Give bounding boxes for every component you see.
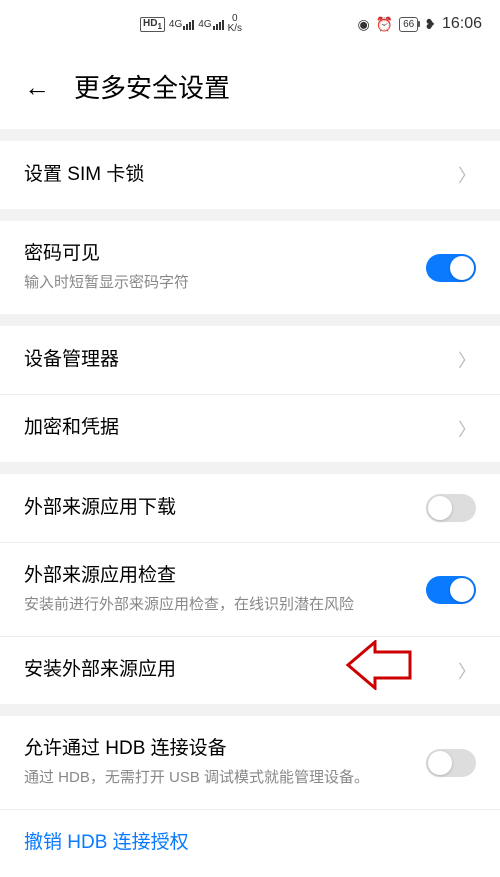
row-label: 密码可见 — [24, 241, 414, 268]
page-title: 更多安全设置 — [74, 68, 230, 105]
chevron-right-icon: 〉 — [458, 416, 476, 442]
signal-2: 4G — [198, 19, 223, 30]
row-label: 撤销 HDB 连接授权 — [24, 830, 476, 857]
row-label: 外部来源应用检查 — [24, 563, 414, 590]
alarm-icon: ⏰ — [376, 16, 393, 33]
row-password-visible[interactable]: 密码可见 输入时短暂显示密码字符 — [0, 221, 500, 314]
row-label: 加密和凭据 — [24, 415, 446, 442]
clock-time: 16:06 — [442, 15, 482, 33]
row-subtitle: 输入时短暂显示密码字符 — [24, 272, 414, 295]
toggle-password-visible[interactable] — [426, 254, 476, 282]
chevron-right-icon: 〉 — [458, 162, 476, 188]
row-install-external[interactable]: 安装外部来源应用 〉 — [0, 636, 500, 704]
leaf-icon: ❥ — [424, 16, 436, 33]
row-label: 设备管理器 — [24, 347, 446, 374]
toggle-external-check[interactable] — [426, 576, 476, 604]
toggle-external-download[interactable] — [426, 494, 476, 522]
page-header: ← 更多安全设置 — [0, 48, 500, 129]
row-subtitle: 安装前进行外部来源应用检查，在线识别潜在风险 — [24, 594, 414, 617]
status-bar: HD1 4G 4G 0K/s ◉ ⏰ 66 ❥ 16:06 — [0, 0, 500, 48]
row-device-admin[interactable]: 设备管理器 〉 — [0, 326, 500, 394]
row-external-download[interactable]: 外部来源应用下载 — [0, 474, 500, 542]
row-sim-lock[interactable]: 设置 SIM 卡锁 〉 — [0, 141, 500, 209]
back-button[interactable]: ← — [24, 74, 50, 100]
row-subtitle: 通过 HDB，无需打开 USB 调试模式就能管理设备。 — [24, 767, 414, 790]
row-label: 外部来源应用下载 — [24, 495, 414, 522]
signal-1: 4G — [169, 19, 194, 30]
row-encrypt-creds[interactable]: 加密和凭据 〉 — [0, 394, 500, 462]
status-left: HD1 4G 4G 0K/s — [140, 14, 242, 34]
row-label: 设置 SIM 卡锁 — [24, 162, 446, 189]
eye-icon: ◉ — [357, 16, 369, 33]
row-external-check[interactable]: 外部来源应用检查 安装前进行外部来源应用检查，在线识别潜在风险 — [0, 542, 500, 636]
battery-icon: 66 — [399, 17, 418, 32]
net-speed: 0K/s — [228, 14, 242, 34]
hd-badge: HD1 — [140, 17, 165, 32]
chevron-right-icon: 〉 — [458, 347, 476, 373]
row-hdb-connect[interactable]: 允许通过 HDB 连接设备 通过 HDB，无需打开 USB 调试模式就能管理设备… — [0, 716, 500, 809]
status-right: ◉ ⏰ 66 ❥ 16:06 — [357, 15, 482, 33]
chevron-right-icon: 〉 — [458, 658, 476, 684]
row-label: 安装外部来源应用 — [24, 657, 446, 684]
toggle-hdb[interactable] — [426, 749, 476, 777]
row-label: 允许通过 HDB 连接设备 — [24, 736, 414, 763]
